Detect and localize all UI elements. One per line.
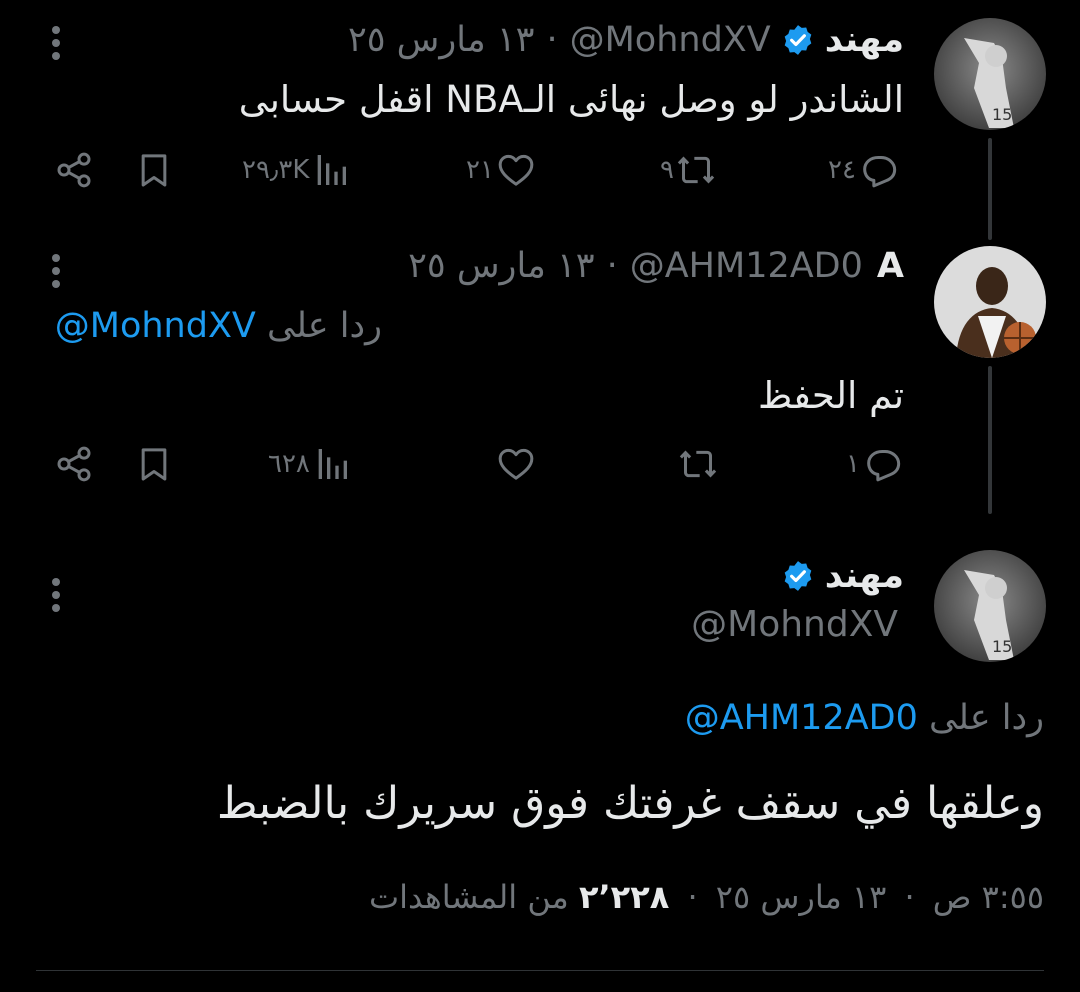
share-button[interactable] bbox=[54, 150, 94, 190]
author-handle[interactable]: @AHM12AD0 bbox=[630, 246, 863, 286]
verified-badge-icon bbox=[781, 23, 815, 57]
separator: · bbox=[687, 878, 698, 916]
views-count: ٢٩٫٣K bbox=[242, 155, 310, 185]
svg-text:15: 15 bbox=[992, 105, 1012, 124]
tweet-text: تم الحفظ bbox=[758, 374, 904, 417]
thread-line bbox=[988, 366, 992, 514]
retweet-button[interactable] bbox=[676, 444, 718, 484]
views-button[interactable]: ٦٢٨ bbox=[268, 444, 352, 484]
reply-prefix: ردا على bbox=[929, 698, 1044, 738]
svg-text:15: 15 bbox=[992, 637, 1012, 656]
retweet-count: ٩ bbox=[660, 155, 674, 185]
views-count: ٦٢٨ bbox=[268, 449, 310, 479]
author-name-row: مهند bbox=[771, 556, 904, 596]
more-vertical-icon[interactable] bbox=[52, 578, 60, 612]
tweet-date[interactable]: ١٣ مارس ٢٥ bbox=[716, 878, 887, 916]
like-icon bbox=[498, 154, 534, 186]
author-handle[interactable]: @MohndXV bbox=[570, 20, 771, 60]
retweet-icon bbox=[679, 450, 717, 478]
tweet-header: A @AHM12AD0 · ١٣ مارس ٢٥ bbox=[408, 246, 904, 286]
views-icon bbox=[318, 449, 347, 479]
retweet-icon bbox=[677, 156, 715, 184]
views-button[interactable]: ٢٩٫٣K bbox=[242, 150, 351, 190]
reply-count: ٢٤ bbox=[828, 155, 856, 185]
avatar[interactable]: 15 bbox=[934, 18, 1046, 130]
views-icon bbox=[318, 155, 347, 185]
tweet-text: الشاندر لو وصل نهائى الـNBA اقفل حسابى bbox=[238, 78, 904, 121]
reply-icon bbox=[863, 156, 897, 188]
main-tweet-text: وعلقها في سقف غرفتك فوق سريرك بالضبط bbox=[216, 778, 1044, 829]
reply-prefix: ردا على bbox=[267, 306, 382, 346]
retweet-button[interactable]: ٩ bbox=[660, 150, 716, 190]
author-handle[interactable]: @MohndXV bbox=[691, 604, 898, 645]
tweet-header: مهند @MohndXV · ١٣ مارس ٢٥ bbox=[348, 20, 904, 60]
author-name[interactable]: A bbox=[877, 246, 904, 286]
thread-line bbox=[988, 138, 992, 240]
bookmark-button[interactable] bbox=[134, 150, 174, 190]
bookmark-button[interactable] bbox=[134, 444, 174, 484]
views-label: من المشاهدات bbox=[369, 878, 569, 916]
reply-context: ردا على @MohndXV bbox=[55, 306, 382, 346]
views-count: ٢٬٢٢٨ bbox=[578, 878, 670, 916]
separator: · bbox=[904, 878, 915, 916]
avatar[interactable] bbox=[934, 246, 1046, 358]
reply-handle-link[interactable]: @MohndXV bbox=[55, 306, 256, 346]
share-icon bbox=[57, 446, 91, 482]
author-name[interactable]: مهند bbox=[825, 556, 904, 596]
reply-button[interactable]: ١ bbox=[846, 444, 902, 484]
like-button[interactable] bbox=[494, 444, 536, 484]
reply-context: ردا على @AHM12AD0 bbox=[685, 698, 1044, 738]
reply-icon bbox=[867, 450, 901, 482]
tweet-date[interactable]: ١٣ مارس ٢٥ bbox=[408, 246, 595, 286]
reply-handle-link[interactable]: @AHM12AD0 bbox=[685, 698, 918, 738]
reply-button[interactable]: ٢٤ bbox=[828, 150, 898, 190]
reply-count: ١ bbox=[846, 449, 860, 479]
like-count: ٢١ bbox=[466, 155, 494, 185]
like-icon bbox=[498, 448, 534, 480]
tweet-meta: ٣:٥٥ ص · ١٣ مارس ٢٥ · ٢٬٢٢٨ من المشاهدات bbox=[369, 878, 1044, 916]
divider bbox=[36, 970, 1044, 971]
avatar[interactable]: 15 bbox=[934, 550, 1046, 662]
bookmark-icon bbox=[141, 154, 167, 187]
share-button[interactable] bbox=[54, 444, 94, 484]
more-vertical-icon[interactable] bbox=[52, 26, 60, 60]
tweet-date[interactable]: ١٣ مارس ٢٥ bbox=[348, 20, 535, 60]
like-button[interactable]: ٢١ bbox=[466, 150, 536, 190]
author-name[interactable]: مهند bbox=[825, 20, 904, 60]
tweet-time[interactable]: ٣:٥٥ ص bbox=[933, 878, 1044, 916]
separator: · bbox=[606, 246, 618, 286]
more-vertical-icon[interactable] bbox=[52, 254, 60, 288]
bookmark-icon bbox=[141, 448, 167, 481]
verified-badge-icon bbox=[781, 559, 815, 593]
separator: · bbox=[546, 20, 558, 60]
share-icon bbox=[57, 152, 91, 188]
